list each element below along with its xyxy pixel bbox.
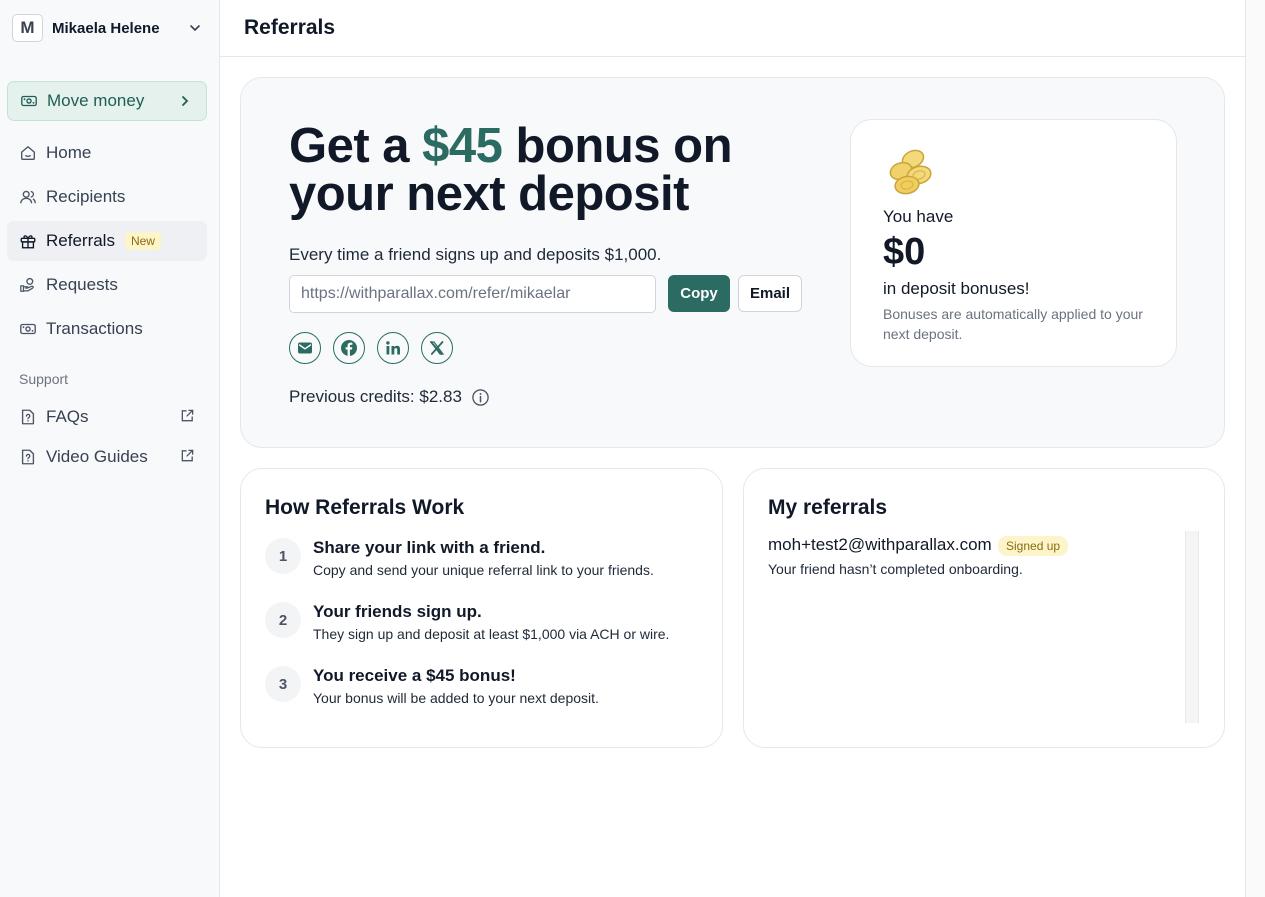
document-question-icon xyxy=(21,449,35,465)
sidebar-item-label: Transactions xyxy=(46,319,143,338)
chevron-right-icon xyxy=(182,96,189,106)
copy-button[interactable]: Copy xyxy=(668,275,730,312)
home-icon xyxy=(21,146,35,160)
sidebar-item-video-guides[interactable]: Video Guides xyxy=(7,437,207,477)
previous-credits-text: Previous credits: $2.83 xyxy=(289,387,462,406)
how-referrals-work-card: How Referrals Work 1 Share your link wit… xyxy=(240,468,723,748)
how-title: How Referrals Work xyxy=(265,496,465,519)
users-icon xyxy=(20,190,36,204)
info-icon[interactable] xyxy=(471,388,490,407)
step-description: Copy and send your unique referral link … xyxy=(313,562,654,578)
previous-credits: Previous credits: $2.83 xyxy=(289,387,490,407)
bonus-amount: $0 xyxy=(883,231,926,273)
bonus-note: Bonuses are automatically applied to you… xyxy=(883,306,1143,342)
document-question-icon xyxy=(21,409,35,425)
share-x-button[interactable] xyxy=(421,332,453,364)
sidebar-item-requests[interactable]: Requests xyxy=(7,265,207,305)
bonus-in-deposit: in deposit bonuses! xyxy=(883,279,1030,298)
step-number: 1 xyxy=(265,538,301,574)
headline-pre: Get a xyxy=(289,119,423,173)
referral-hero-card: Get a $45 bonus on your next deposit Eve… xyxy=(240,77,1225,448)
money-icon xyxy=(20,323,36,335)
x-logo-icon xyxy=(429,341,445,355)
hero-headline: Get a $45 bonus on your next deposit xyxy=(289,119,809,219)
headline-amount: $45 xyxy=(422,119,503,173)
referrals-scrollbar[interactable] xyxy=(1185,531,1199,723)
sidebar-item-label: Recipients xyxy=(46,187,126,206)
linkedin-icon xyxy=(386,341,400,355)
sidebar-item-label: FAQs xyxy=(46,407,89,426)
avatar: M xyxy=(12,14,43,42)
external-link-icon xyxy=(181,409,194,422)
account-name: Mikaela Helene xyxy=(52,19,160,37)
sidebar-item-label: Video Guides xyxy=(46,447,148,466)
share-linkedin-button[interactable] xyxy=(377,332,409,364)
sidebar-item-label: Requests xyxy=(46,275,118,294)
gift-icon xyxy=(20,235,36,249)
my-referrals-title: My referrals xyxy=(768,496,888,519)
referral-email: moh+test2@withparallax.com xyxy=(768,535,992,554)
referral-link-input[interactable] xyxy=(289,275,656,313)
facebook-icon xyxy=(341,340,357,356)
bonus-you-have: You have xyxy=(883,207,954,226)
support-header: Support xyxy=(19,371,69,387)
sidebar-item-recipients[interactable]: Recipients xyxy=(7,177,207,217)
page-scrollbar[interactable] xyxy=(1245,0,1265,897)
hero-subtitle: Every time a friend signs up and deposit… xyxy=(289,245,662,264)
share-email-button[interactable] xyxy=(289,332,321,364)
new-badge: New xyxy=(124,232,161,250)
status-badge: Signed up xyxy=(998,536,1069,556)
sidebar-item-home[interactable]: Home xyxy=(7,133,207,173)
step-description: Your bonus will be added to your next de… xyxy=(313,690,599,706)
step-title: You receive a $45 bonus! xyxy=(313,666,516,685)
my-referrals-card: My referrals moh+test2@withparallax.com … xyxy=(743,468,1225,748)
step-title: Share your link with a friend. xyxy=(313,538,546,557)
sidebar: M Mikaela Helene Move money Home Recipie… xyxy=(0,0,220,897)
step-number: 2 xyxy=(265,602,301,638)
page-header: Referrals xyxy=(220,0,1245,57)
referral-status: Your friend hasn’t completed onboarding. xyxy=(768,561,1023,577)
step-title: Your friends sign up. xyxy=(313,602,482,621)
external-link-icon xyxy=(181,449,194,462)
coins-icon xyxy=(889,149,932,195)
money-icon xyxy=(21,95,37,107)
mail-icon xyxy=(298,342,312,354)
sidebar-item-transactions[interactable]: Transactions xyxy=(7,309,207,349)
step-description: They sign up and deposit at least $1,000… xyxy=(313,626,670,642)
move-money-button[interactable]: Move money xyxy=(7,81,207,121)
sidebar-item-label: Referrals xyxy=(46,231,115,250)
account-switcher[interactable]: M Mikaela Helene xyxy=(12,14,208,42)
sidebar-item-label: Home xyxy=(46,143,92,162)
deposit-bonus-card: You have $0 in deposit bonuses! Bonuses … xyxy=(850,119,1177,367)
hand-money-icon xyxy=(20,277,34,292)
page-title: Referrals xyxy=(244,16,336,39)
chevron-down-icon xyxy=(190,25,200,32)
sidebar-item-referrals[interactable]: Referrals New xyxy=(7,221,207,261)
email-button[interactable]: Email xyxy=(738,275,802,312)
move-money-label: Move money xyxy=(47,91,145,110)
share-facebook-button[interactable] xyxy=(333,332,365,364)
sidebar-item-faqs[interactable]: FAQs xyxy=(7,397,207,437)
step-number: 3 xyxy=(265,666,301,702)
